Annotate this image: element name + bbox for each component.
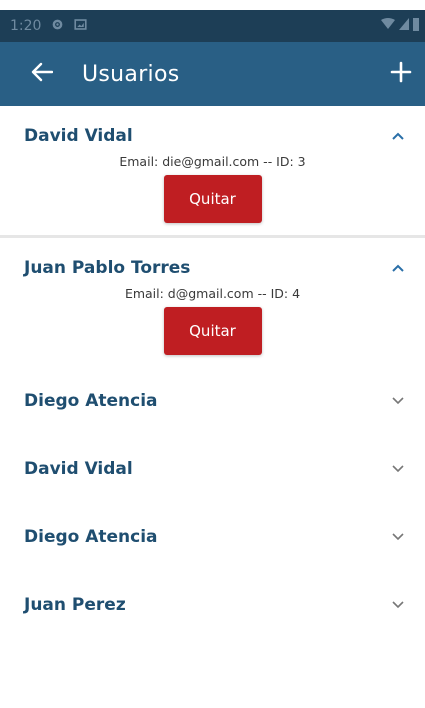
user-item: David Vidal bbox=[0, 435, 425, 503]
user-name: Juan Pablo Torres bbox=[24, 258, 191, 278]
user-name: Diego Atencia bbox=[24, 527, 158, 547]
page-title: Usuarios bbox=[82, 61, 180, 87]
chevron-up-icon bbox=[391, 261, 405, 275]
add-user-button[interactable] bbox=[381, 54, 421, 94]
remove-user-button[interactable]: Quitar bbox=[163, 175, 262, 223]
chevron-down-icon bbox=[391, 394, 405, 408]
user-item: Diego Atencia bbox=[0, 503, 425, 571]
user-header[interactable]: Diego Atencia bbox=[0, 367, 425, 435]
wifi-icon bbox=[381, 18, 395, 34]
status-bar-left: 1:20 bbox=[10, 18, 88, 35]
image-notification-icon bbox=[74, 18, 88, 35]
chevron-up-icon bbox=[391, 129, 405, 143]
user-item: Juan Perez bbox=[0, 571, 425, 639]
user-name: Juan Perez bbox=[24, 595, 126, 615]
status-bar-right bbox=[381, 17, 419, 35]
user-item: David Vidal Email: die@gmail.com -- ID: … bbox=[0, 106, 425, 235]
user-info: Email: d@gmail.com -- ID: 4 bbox=[124, 286, 301, 301]
user-details: Email: d@gmail.com -- ID: 4 Quitar bbox=[0, 286, 425, 367]
settings-icon bbox=[51, 18, 64, 35]
status-bar: 1:20 bbox=[0, 10, 425, 42]
app-bar: Usuarios bbox=[0, 42, 425, 106]
signal-icon bbox=[399, 18, 409, 34]
user-header[interactable]: Diego Atencia bbox=[0, 503, 425, 571]
user-name: Diego Atencia bbox=[24, 391, 158, 411]
plus-icon bbox=[390, 61, 412, 87]
chevron-down-icon bbox=[391, 530, 405, 544]
arrow-left-icon bbox=[31, 62, 54, 86]
user-details: Email: die@gmail.com -- ID: 3 Quitar bbox=[0, 154, 425, 235]
user-item: Juan Pablo Torres Email: d@gmail.com -- … bbox=[0, 238, 425, 367]
status-time: 1:20 bbox=[10, 18, 42, 34]
chevron-down-icon bbox=[391, 462, 405, 476]
user-name: David Vidal bbox=[24, 459, 133, 479]
battery-icon bbox=[413, 17, 419, 35]
user-header[interactable]: David Vidal bbox=[0, 435, 425, 503]
user-info: Email: die@gmail.com -- ID: 3 bbox=[119, 154, 306, 169]
back-button[interactable] bbox=[22, 54, 62, 94]
user-item: Diego Atencia bbox=[0, 367, 425, 435]
user-header[interactable]: Juan Perez bbox=[0, 571, 425, 639]
chevron-down-icon bbox=[391, 598, 405, 612]
top-strip bbox=[0, 0, 425, 10]
remove-user-button[interactable]: Quitar bbox=[163, 307, 262, 355]
user-name: David Vidal bbox=[24, 126, 133, 146]
